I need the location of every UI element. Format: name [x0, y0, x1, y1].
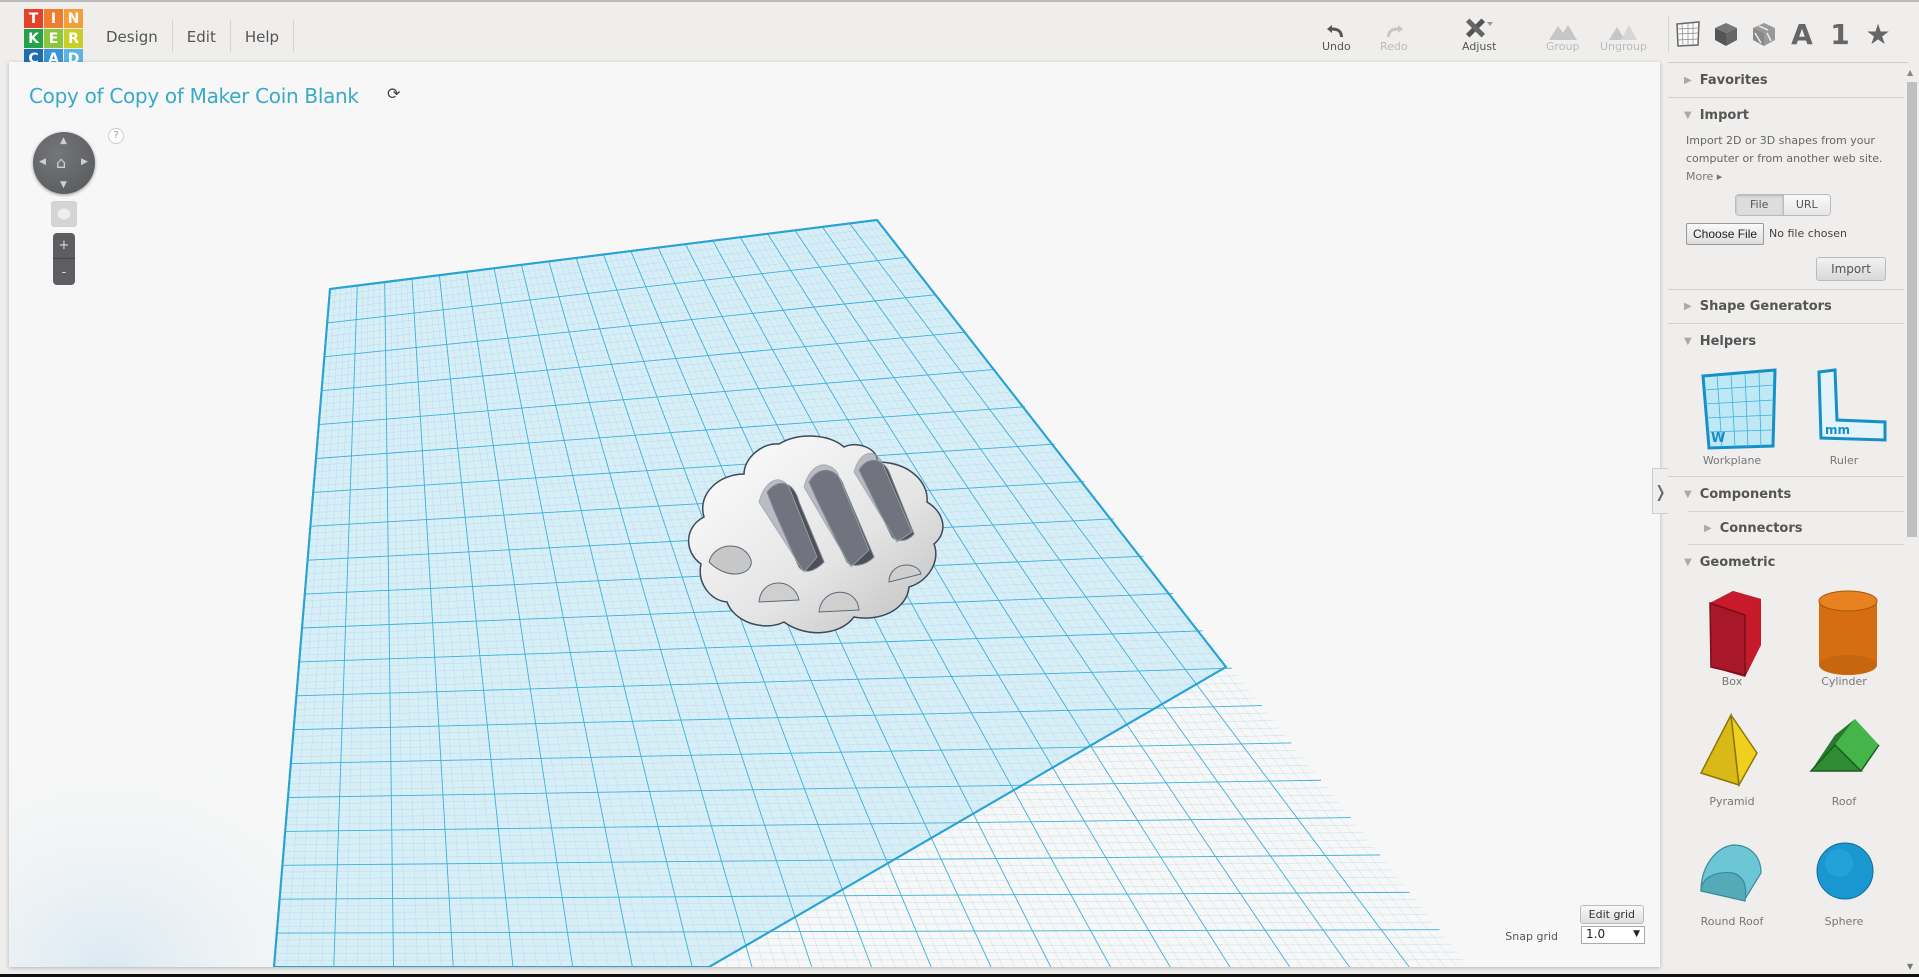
ungroup-button[interactable]: Ungroup: [1600, 16, 1647, 53]
helper-ruler[interactable]: mm Ruler: [1788, 364, 1900, 476]
ungroup-icon: [1609, 16, 1638, 40]
shape-pyramid[interactable]: Pyramid: [1676, 705, 1788, 825]
home-view-icon[interactable]: ⌂: [56, 153, 66, 172]
text-shapes-icon[interactable]: A: [1783, 17, 1821, 51]
import-button[interactable]: Import: [1816, 257, 1886, 281]
shapes-sidebar: ▶ Favorites ▼ Import Import 2D or 3D shape…: [1668, 64, 1904, 977]
snap-grid-select[interactable]: 1.0: [1581, 926, 1645, 944]
orbit-left-icon[interactable]: ◀: [39, 157, 46, 167]
choose-file-button[interactable]: Choose File: [1686, 223, 1765, 245]
group-icon: [1548, 16, 1577, 40]
collapse-sidebar-button[interactable]: ❭: [1652, 468, 1668, 514]
toggle-file[interactable]: File: [1736, 195, 1783, 215]
logo-letter: K: [24, 29, 43, 48]
menu-help[interactable]: Help: [231, 20, 295, 52]
geometric-shapes-grid: Box Cylinder Pyramid Roof Round Roof Sph…: [1668, 579, 1904, 945]
section-import[interactable]: ▼ Import: [1668, 98, 1904, 132]
shape-roof[interactable]: Roof: [1788, 705, 1900, 825]
section-geometric[interactable]: ▼ Geometric: [1668, 545, 1904, 579]
sidebar-scrollbar[interactable]: ▲ ▼: [1904, 64, 1919, 977]
collapse-icon: ▼: [1684, 488, 1692, 500]
group-button[interactable]: Group: [1546, 16, 1580, 53]
view-icons: A 1 ★: [1668, 16, 1897, 52]
shape-round-roof[interactable]: Round Roof: [1676, 825, 1788, 945]
cylinder-shape-icon: [1818, 590, 1878, 675]
sphere-shape-icon: [1816, 842, 1874, 900]
expand-icon: ▶: [1684, 75, 1692, 86]
zoom-controls: + -: [53, 233, 75, 285]
svg-text:W: W: [1711, 431, 1725, 446]
view-navigation-wheel[interactable]: ▲ ▼ ◀ ▶ ⌂: [33, 132, 95, 194]
expand-icon: ▶: [1704, 522, 1712, 534]
adjust-button[interactable]: Adjust: [1462, 16, 1496, 53]
scroll-thumb[interactable]: [1907, 82, 1917, 537]
pyramid-shape-icon: [1699, 712, 1758, 788]
collapse-icon: ▼: [1684, 556, 1692, 568]
adjust-icon: [1464, 16, 1494, 40]
orbit-down-icon[interactable]: ▼: [60, 180, 67, 190]
section-helpers[interactable]: ▼ Helpers: [1668, 324, 1904, 358]
ruler-icon: mm: [1817, 368, 1887, 442]
help-button[interactable]: ?: [108, 128, 124, 144]
main-menu: Design Edit Help: [92, 20, 295, 58]
orbit-up-icon[interactable]: ▲: [60, 136, 67, 146]
divider: [1668, 62, 1908, 63]
shape-cylinder[interactable]: Cylinder: [1788, 585, 1900, 705]
edit-grid-button[interactable]: Edit grid: [1579, 905, 1644, 924]
workplane-view-icon[interactable]: [1669, 17, 1707, 51]
menu-edit[interactable]: Edit: [173, 20, 231, 52]
redo-icon: [1384, 16, 1404, 40]
menu-design[interactable]: Design: [92, 20, 173, 52]
refresh-icon[interactable]: ⟳: [387, 84, 400, 103]
logo-letter: R: [64, 29, 83, 48]
number-shapes-icon[interactable]: 1: [1821, 17, 1859, 51]
zoom-out-button[interactable]: -: [53, 259, 75, 285]
helpers-grid: W Workplane mm Ruler: [1668, 358, 1904, 477]
3d-workspace[interactable]: Copy of Copy of Maker Coin Blank ⟳ ▲ ▼ ◀…: [9, 62, 1660, 967]
workplane-icon: W: [1701, 368, 1777, 450]
hole-view-icon[interactable]: [1745, 17, 1783, 51]
zoom-in-button[interactable]: +: [53, 233, 75, 259]
top-bar: TINKERCAD Design Edit Help Undo Redo Adj…: [0, 2, 1919, 68]
import-source-toggle: File URL: [1735, 194, 1831, 216]
tinkercad-logo[interactable]: TINKERCAD: [24, 9, 84, 69]
more-link[interactable]: More ▸: [1686, 168, 1904, 186]
expand-icon: ▶: [1684, 301, 1692, 312]
svg-text:mm: mm: [1825, 423, 1850, 437]
round-roof-shape-icon: [1700, 844, 1762, 902]
scroll-up-icon[interactable]: ▲: [1907, 68, 1913, 77]
collapse-icon: ▼: [1684, 335, 1692, 347]
section-favorites[interactable]: ▶ Favorites: [1668, 64, 1904, 98]
shape-box[interactable]: Box: [1676, 585, 1788, 705]
snap-grid-label: Snap grid: [1505, 930, 1558, 943]
toggle-url[interactable]: URL: [1782, 195, 1830, 215]
logo-letter: E: [44, 29, 63, 48]
scroll-down-icon[interactable]: ▼: [1907, 962, 1913, 971]
shape-sphere[interactable]: Sphere: [1788, 825, 1900, 945]
favorites-star-icon[interactable]: ★: [1859, 17, 1897, 51]
file-status: No file chosen: [1769, 227, 1847, 240]
section-connectors[interactable]: ▶ Connectors: [1688, 511, 1904, 545]
undo-icon: [1326, 16, 1346, 40]
box-shape-icon: [1709, 591, 1761, 677]
logo-letter: N: [64, 9, 83, 28]
workplane-grid[interactable]: [9, 62, 1660, 967]
cube-icon: [58, 208, 70, 220]
logo-letter: T: [24, 9, 43, 28]
import-description: Import 2D or 3D shapes from your compute…: [1686, 134, 1883, 165]
redo-button[interactable]: Redo: [1380, 16, 1408, 53]
logo-letter: I: [44, 9, 63, 28]
undo-button[interactable]: Undo: [1322, 16, 1351, 53]
design-title[interactable]: Copy of Copy of Maker Coin Blank: [29, 84, 359, 108]
section-components[interactable]: ▼ Components: [1668, 477, 1904, 511]
section-shape-generators[interactable]: ▶ Shape Generators: [1668, 290, 1904, 324]
orbit-right-icon[interactable]: ▶: [81, 157, 88, 167]
perspective-cube-button[interactable]: [51, 201, 77, 227]
collapse-icon: ▼: [1684, 109, 1692, 121]
import-panel: Import 2D or 3D shapes from your compute…: [1668, 132, 1904, 290]
helper-workplane[interactable]: W Workplane: [1676, 364, 1788, 476]
solid-view-icon[interactable]: [1707, 17, 1745, 51]
roof-shape-icon: [1809, 719, 1880, 772]
